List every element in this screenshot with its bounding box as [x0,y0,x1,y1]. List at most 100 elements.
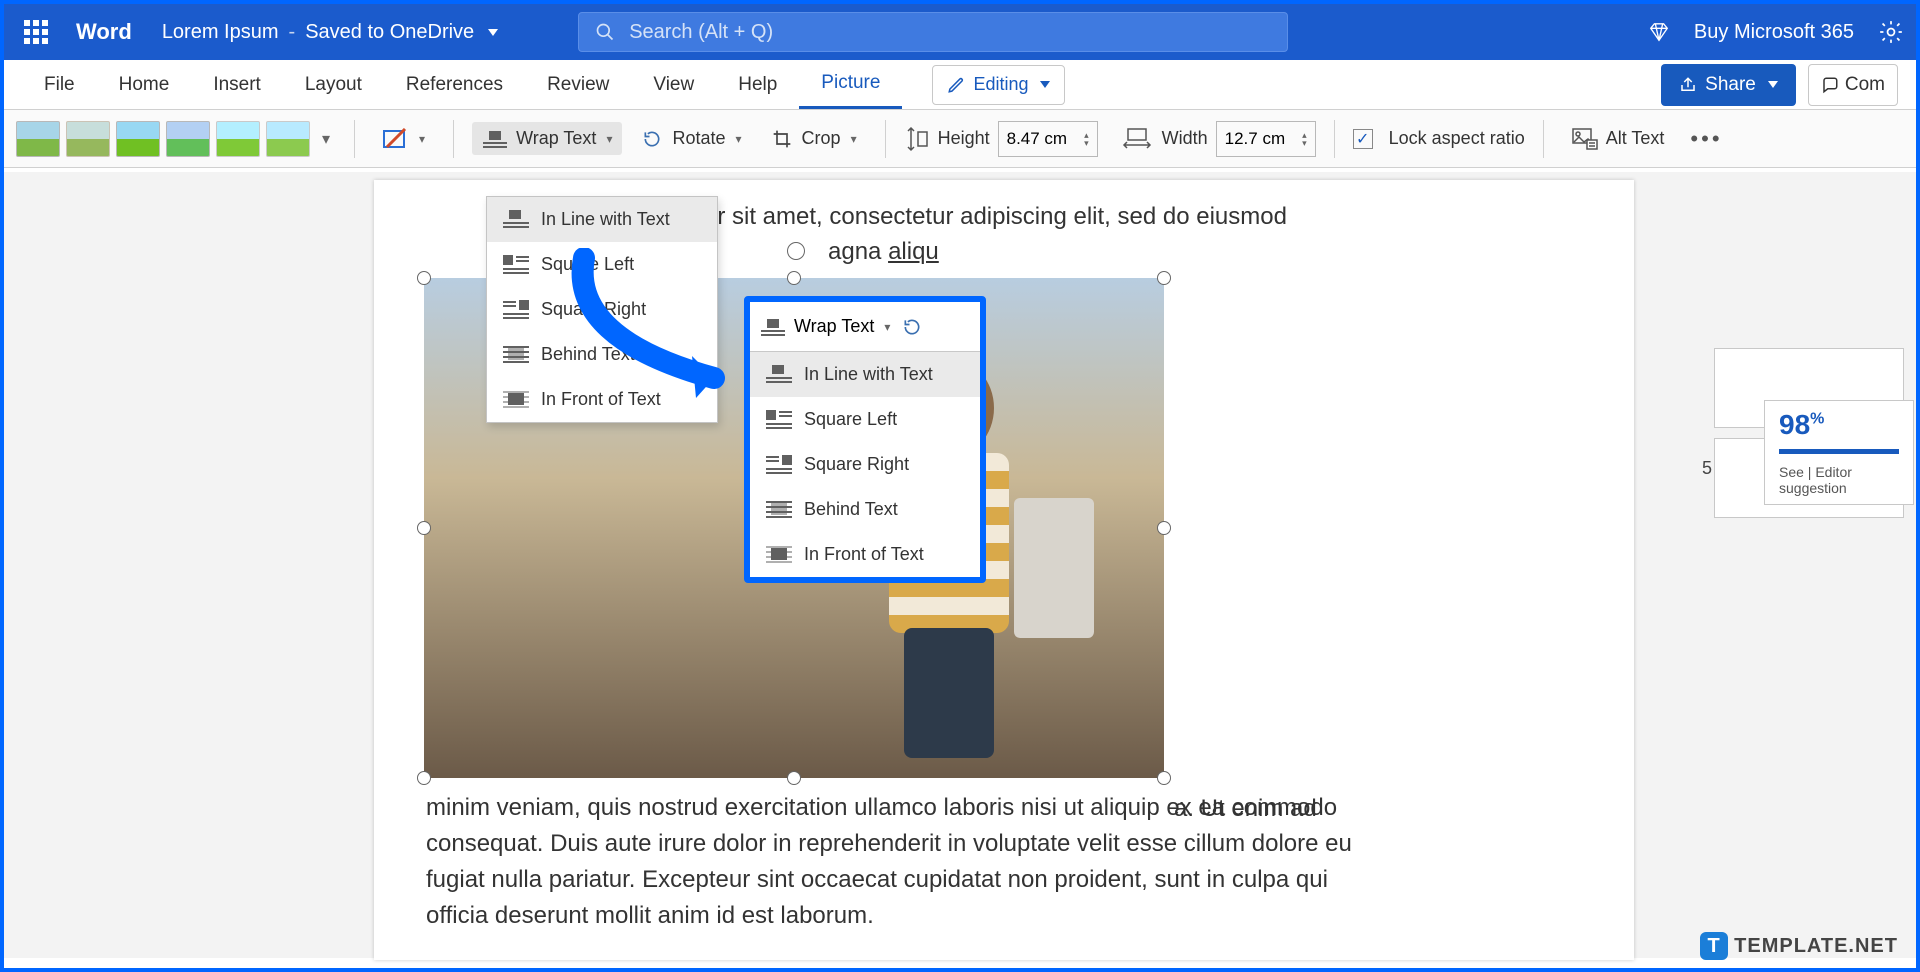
dropdown-item-inline[interactable]: In Line with Text [750,352,980,397]
width-icon [1120,127,1154,151]
ribbon-tabs: File Home Insert Layout References Revie… [4,60,1916,110]
rotate-button[interactable]: Rotate ▾ [630,122,751,155]
share-label: Share [1705,74,1756,96]
wrap-text-dropdown: In Line with Text Square Left Square Rig… [486,196,718,423]
template-badge-icon: T [1700,932,1728,960]
wrap-text-button[interactable]: Wrap Text ▾ [472,122,622,155]
style-thumb[interactable] [166,121,210,157]
resize-handle[interactable] [787,771,801,785]
dropdown-item-front[interactable]: In Front of Text [487,377,717,422]
tab-insert[interactable]: Insert [191,60,283,109]
chevron-down-icon [1040,81,1050,88]
comment-icon [1821,76,1839,94]
settings-icon[interactable] [1878,19,1904,45]
dropdown-item-behind[interactable]: Behind Text [487,332,717,377]
dropdown-item-square-left[interactable]: Square Left [487,242,717,287]
spinner-icon[interactable]: ▴▾ [1084,131,1089,147]
inline-icon [503,210,529,230]
alt-text-icon [1572,128,1598,150]
wrap-text-label: Wrap Text [794,316,874,337]
rotate-handle[interactable] [787,242,805,260]
app-launcher-icon[interactable] [16,12,56,52]
width-label: Width [1162,128,1208,149]
tab-review[interactable]: Review [525,60,631,109]
height-input[interactable]: 8.47 cm ▴▾ [998,121,1098,157]
chevron-down-icon: ▾ [884,320,890,334]
ribbon-toolbar: ▾ ▾ Wrap Text ▾ Rotate ▾ Crop ▾ Height 8… [4,110,1916,168]
rotate-icon [640,129,664,149]
dropdown-item-inline[interactable]: In Line with Text [487,197,717,242]
editing-mode-button[interactable]: Editing [932,65,1065,105]
chevron-down-icon: ▾ [736,132,742,146]
floating-toolbar: Wrap Text ▾ [750,302,980,352]
rotate-icon[interactable] [900,317,924,337]
app-name: Word [76,19,132,45]
style-thumb[interactable] [266,121,310,157]
share-button[interactable]: Share [1661,64,1796,106]
resize-handle[interactable] [417,771,431,785]
width-input[interactable]: 12.7 cm ▴▾ [1216,121,1316,157]
style-thumb[interactable] [116,121,160,157]
body-text: agna aliqu [828,235,1594,270]
resize-handle[interactable] [417,271,431,285]
dropdown-item-square-right[interactable]: Square Right [487,287,717,332]
search-placeholder: Search (Alt + Q) [629,21,773,44]
picture-border-button[interactable]: ▾ [373,122,435,156]
border-icon [383,128,409,150]
lock-aspect-checkbox[interactable]: ✓ [1353,129,1373,149]
share-icon [1679,76,1697,94]
chevron-down-icon [488,29,498,36]
dropdown-item-front[interactable]: In Front of Text [750,532,980,577]
side-panel: 98% See | Editor suggestion [1714,348,1904,528]
square-left-icon [766,410,792,430]
tab-picture[interactable]: Picture [799,60,902,109]
dropdown-item-square-left[interactable]: Square Left [750,397,980,442]
resize-handle[interactable] [1157,771,1171,785]
editor-score[interactable]: 98% See | Editor suggestion [1764,400,1914,505]
resize-handle[interactable] [417,521,431,535]
height-icon [904,124,930,154]
tab-file[interactable]: File [22,60,97,109]
tab-help[interactable]: Help [716,60,799,109]
document-title[interactable]: Lorem Ipsum - Saved to OneDrive [162,21,498,44]
square-left-icon [503,255,529,275]
dropdown-item-square-right[interactable]: Square Right [750,442,980,487]
tab-references[interactable]: References [384,60,525,109]
crop-label: Crop [802,128,841,149]
height-label: Height [938,128,990,149]
tab-home[interactable]: Home [97,60,192,109]
search-input[interactable]: Search (Alt + Q) [578,12,1288,52]
front-text-icon [503,390,529,410]
crop-button[interactable]: Crop ▾ [760,122,867,155]
pen-icon [947,76,965,94]
style-thumb[interactable] [66,121,110,157]
body-text: minim veniam, quis nostrud exercitation … [426,790,1366,934]
editor-percent: 98 [1779,409,1810,440]
spinner-icon[interactable]: ▴▾ [1302,131,1307,147]
saved-location: Saved to OneDrive [305,21,474,44]
height-value: 8.47 cm [1007,129,1067,149]
resize-handle[interactable] [1157,521,1171,535]
resize-handle[interactable] [787,271,801,285]
front-text-icon [766,545,792,565]
buy-link[interactable]: Buy Microsoft 365 [1694,21,1854,44]
chevron-down-icon: ▾ [851,132,857,146]
alt-text-button[interactable]: Alt Text [1562,122,1675,156]
more-commands[interactable]: ••• [1690,126,1722,152]
rotate-label: Rotate [672,128,725,149]
resize-handle[interactable] [1157,271,1171,285]
tab-layout[interactable]: Layout [283,60,384,109]
template-watermark: T TEMPLATE.NET [1700,932,1898,960]
chevron-down-icon: ▾ [606,132,612,146]
style-thumb[interactable] [16,121,60,157]
style-thumb[interactable] [216,121,260,157]
search-icon [595,22,615,42]
behind-text-icon [503,345,529,365]
wrap-text-button-float[interactable]: Wrap Text ▾ [760,316,890,337]
picture-styles[interactable]: ▾ [16,121,336,157]
dropdown-item-behind[interactable]: Behind Text [750,487,980,532]
comments-button[interactable]: Com [1808,64,1898,106]
styles-more[interactable]: ▾ [316,129,336,149]
tab-view[interactable]: View [631,60,716,109]
premium-icon [1648,21,1670,43]
